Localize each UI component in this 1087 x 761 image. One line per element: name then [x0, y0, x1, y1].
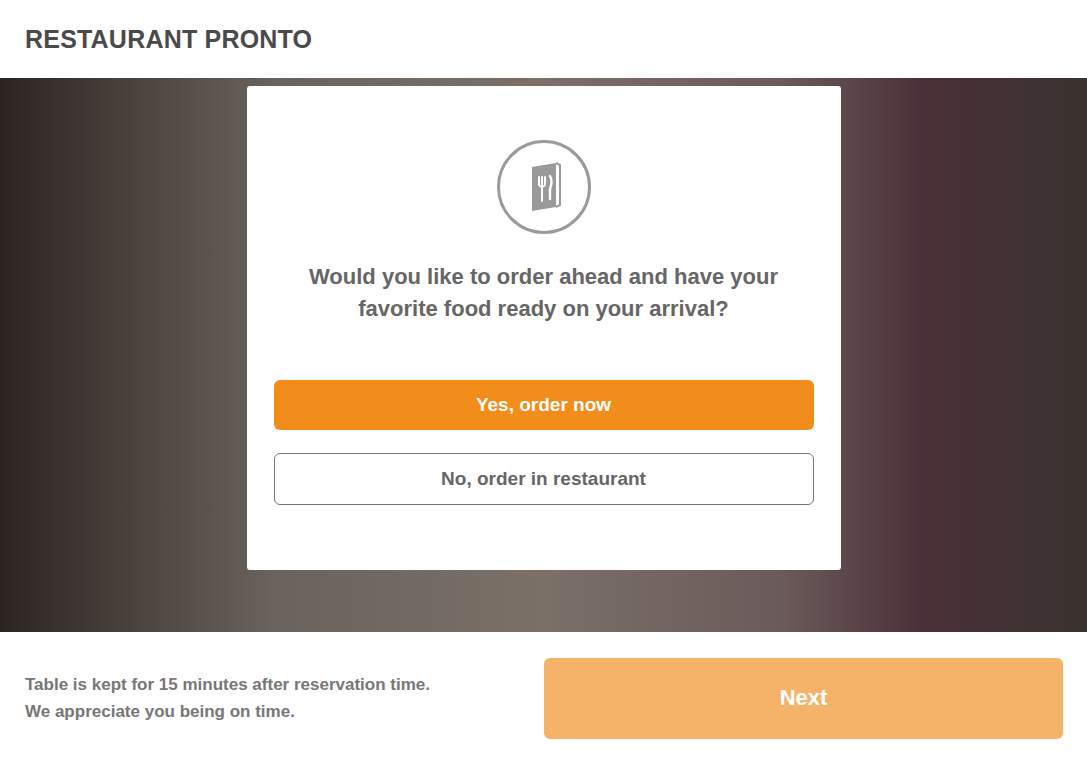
header: RESTAURANT PRONTO [0, 0, 1087, 78]
restaurant-title: RESTAURANT PRONTO [25, 25, 312, 54]
notice-line: Table is kept for 15 minutes after reser… [25, 671, 430, 698]
footer: Table is kept for 15 minutes after reser… [0, 632, 1087, 761]
booking-page: RESTAURANT PRONTO Would you like to order… [0, 0, 1087, 761]
next-button[interactable]: Next [544, 658, 1063, 739]
fork-knife-door-icon [524, 161, 564, 213]
order-ahead-dialog: Would you like to order ahead and have y… [247, 86, 841, 570]
table-notice: Table is kept for 15 minutes after reser… [25, 671, 430, 725]
background-photo: Would you like to order ahead and have y… [0, 78, 1087, 632]
dialog-actions: Yes, order now No, order in restaurant [274, 380, 814, 505]
menu-door-icon [497, 140, 591, 234]
order-in-restaurant-button[interactable]: No, order in restaurant [274, 453, 814, 505]
order-now-button[interactable]: Yes, order now [274, 380, 814, 430]
dialog-question: Would you like to order ahead and have y… [299, 261, 789, 325]
notice-line: We appreciate you being on time. [25, 698, 430, 725]
